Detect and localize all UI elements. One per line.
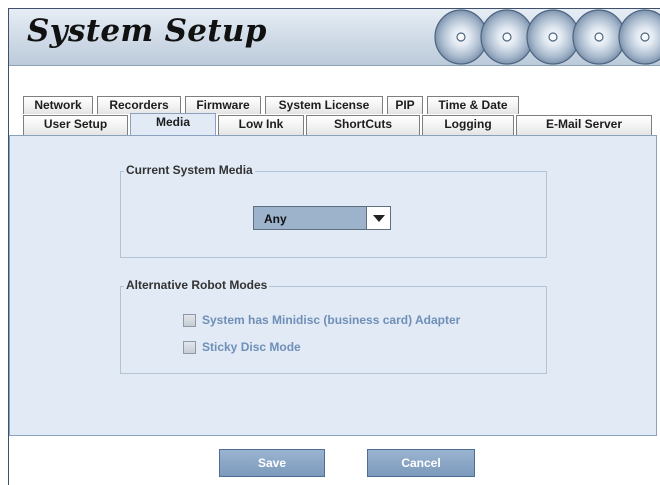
tab-system-license[interactable]: System License <box>265 96 383 114</box>
tab-user-setup[interactable]: User Setup <box>23 115 128 135</box>
tab-email-server[interactable]: E-Mail Server <box>516 115 652 135</box>
sticky-disc-mode-label: Sticky Disc Mode <box>202 340 301 354</box>
system-media-select[interactable]: Any <box>253 206 391 230</box>
current-system-media-title: Current System Media <box>124 163 255 177</box>
app-header: System Setup <box>9 9 660 66</box>
tab-time-date[interactable]: Time & Date <box>427 96 519 114</box>
media-panel: Current System Media Any Alternative Rob… <box>9 135 657 436</box>
app-title: System Setup <box>27 13 267 49</box>
tab-media[interactable]: Media <box>130 113 216 135</box>
tab-low-ink[interactable]: Low Ink <box>218 115 304 135</box>
save-button[interactable]: Save <box>219 449 325 477</box>
app-window: System Setup Network Recorders Firmware … <box>8 8 660 485</box>
minidisc-adapter-label: System has Minidisc (business card) Adap… <box>202 313 461 327</box>
sticky-disc-mode-checkbox[interactable] <box>183 341 196 354</box>
tab-firmware[interactable]: Firmware <box>185 96 261 114</box>
cancel-button[interactable]: Cancel <box>367 449 475 477</box>
tab-strip: Network Recorders Firmware System Licens… <box>9 73 660 135</box>
chevron-down-icon[interactable] <box>366 207 390 229</box>
disc-stack-icon <box>434 9 660 65</box>
tab-recorders[interactable]: Recorders <box>97 96 181 114</box>
minidisc-adapter-checkbox[interactable] <box>183 314 196 327</box>
tab-logging[interactable]: Logging <box>422 115 514 135</box>
alternative-robot-modes-title: Alternative Robot Modes <box>124 278 270 292</box>
alternative-robot-modes-group: Alternative Robot Modes System has Minid… <box>120 278 547 374</box>
tab-network[interactable]: Network <box>23 96 93 114</box>
system-media-value: Any <box>264 212 287 226</box>
tab-pip[interactable]: PIP <box>387 96 423 114</box>
current-system-media-group: Current System Media Any <box>120 163 547 258</box>
tab-shortcuts[interactable]: ShortCuts <box>306 115 420 135</box>
